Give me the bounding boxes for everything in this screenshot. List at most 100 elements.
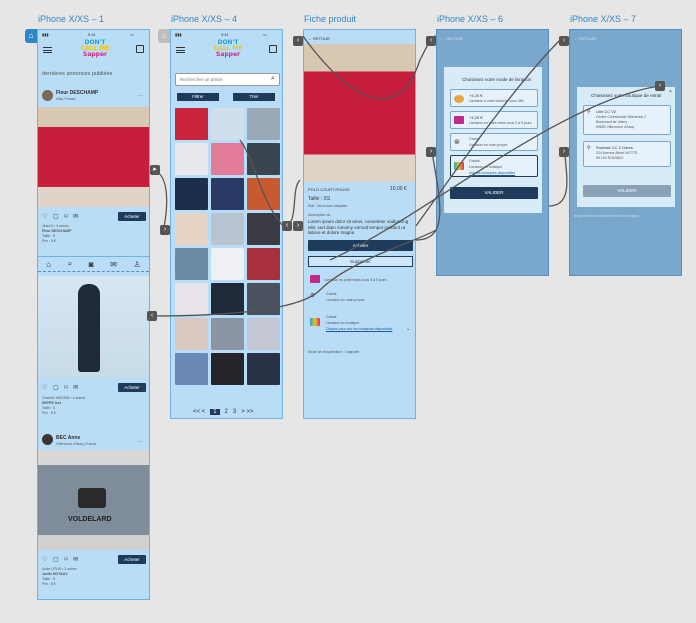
shipping-option-hand[interactable]: ⊛ Gratuit Livraison en main propre [450,133,538,151]
page-3-button[interactable]: 3 [233,409,236,415]
home-icon[interactable]: ⌂ [25,29,37,43]
product-thumb[interactable] [175,318,208,350]
product-thumb[interactable] [175,283,208,315]
home-icon[interactable]: ⌂ [46,260,51,269]
search-icon[interactable]: ⌕ [68,259,72,269]
product-thumb[interactable] [247,353,280,385]
nav-arrow-icon[interactable]: › [160,225,170,235]
artboard-catalog: ▮▮▮ 9:41 ▭ DON'T CALL ME Sapper Rechercher u… [170,29,283,419]
nav-arrow-icon[interactable]: ‹ [293,36,303,46]
bag-icon[interactable] [136,45,144,53]
nav-arrow-icon[interactable]: › [426,147,436,157]
product-thumb[interactable] [211,213,244,245]
product-thumb[interactable] [175,178,208,210]
product-thumb[interactable] [175,213,208,245]
menu-icon[interactable] [176,47,185,53]
product-thumb[interactable] [175,143,208,175]
post-actions[interactable]: ♡ ▢ ⌑ ✉ [42,213,80,220]
product-thumb[interactable] [247,108,280,140]
product-thumb[interactable] [211,143,244,175]
chevron-down-icon[interactable]: ⌄ [406,326,410,332]
buy-button[interactable]: Acheter [118,555,146,564]
post-actions[interactable]: ♡ ▢ ⌑ ✉ [42,556,80,563]
next-page-button[interactable]: > >> [241,409,253,415]
post-photo[interactable]: VOLDELARD [38,450,149,550]
more-icon[interactable]: ··· [138,93,143,99]
shipping-option-relay[interactable]: +4,20 € Livraison en point relais sous 3… [450,111,538,129]
profile-icon[interactable]: ♙ [133,260,140,269]
camera-icon[interactable]: ◙ [89,260,94,269]
store-icon [454,162,464,170]
back-button[interactable]: ← RETOUR [574,36,596,41]
buy-button[interactable]: Acheter [118,212,146,221]
product-thumb[interactable] [211,283,244,315]
product-thumb[interactable] [211,318,244,350]
stores-link[interactable]: Cliquez pour voir les boutiques disponib… [326,327,392,331]
close-icon[interactable]: × [669,89,672,95]
post-meta: Prix : 8 € [42,411,56,415]
page-2-button[interactable]: 2 [225,409,228,415]
buy-button[interactable]: Acheter [118,383,146,392]
back-button[interactable]: ← RETOUR [308,36,330,41]
nav-arrow-icon[interactable]: ‹ [282,221,292,231]
home-icon[interactable]: ⌂ [158,29,170,43]
menu-icon[interactable] [43,47,52,53]
store-option-2[interactable]: ⚲ Roubaix CC 2 Gares 224 Avenue Alfred M… [583,141,671,167]
buy-button[interactable]: Acheter [308,240,413,251]
product-thumb[interactable] [247,213,280,245]
remove-button[interactable]: Supprimer [308,256,413,267]
nav-arrow-icon[interactable]: ‹ [426,36,436,46]
product-thumb[interactable] [247,143,280,175]
product-thumb[interactable] [247,248,280,280]
nav-arrow-icon[interactable]: › [293,221,303,231]
post-author[interactable]: BEC Anne [56,435,80,441]
post-meta: SEPPE test [42,401,61,405]
validate-button[interactable]: VALIDER [450,187,538,199]
nav-arrow-icon[interactable]: › [559,147,569,157]
product-thumb[interactable] [247,283,280,315]
avatar[interactable] [42,90,53,101]
relay-icon [454,116,464,124]
product-thumb[interactable] [175,108,208,140]
nav-arrow-icon[interactable]: ▸ [150,165,160,175]
mail-icon[interactable]: ✉ [110,260,117,269]
post-print: VOLDELARD [68,516,112,523]
store-option-1[interactable]: ⚲ Lille CC V2 Centre Commercial Villeneu… [583,105,671,135]
post-meta: Taille : S [42,234,56,238]
avatar[interactable] [42,434,53,445]
shipping-option-home[interactable]: +4,20 € Livraison à votre domicile sous … [450,89,538,107]
nav-arrow-icon[interactable]: ‹ [655,81,665,91]
product-thumb[interactable] [175,353,208,385]
artboard-label-fiche: Fiche produit [304,14,357,24]
product-thumb[interactable] [211,178,244,210]
product-thumb[interactable] [211,108,244,140]
product-thumb[interactable] [175,248,208,280]
nav-arrow-icon[interactable]: ‹ [559,36,569,46]
artboard-label-6: iPhone X/XS – 6 [437,14,504,24]
post-meta: Taille : S [42,577,56,581]
handshake-icon: ⊛ [454,139,460,146]
product-thumb[interactable] [247,318,280,350]
post-actions[interactable]: ♡ ▢ ⌑ ✉ [42,384,80,391]
filter-button[interactable]: Filtrer [177,93,219,101]
search-input[interactable]: Rechercher un article [175,73,280,86]
post-photo[interactable] [38,107,149,207]
page-1-button[interactable]: 1 [210,409,220,415]
more-icon[interactable]: ··· [138,439,143,445]
post-author[interactable]: Fleur DESCHAMP [56,90,98,96]
product-thumb[interactable] [211,353,244,385]
sort-button[interactable]: Trier [233,93,275,101]
product-thumb[interactable] [211,248,244,280]
shipping-option-store[interactable]: Gratuit Livraison en boutique Voir les b… [450,155,538,177]
search-icon[interactable]: ⌕ [271,75,275,83]
modal-title: Choisissez votre boutique de retrait [591,93,662,98]
bag-icon[interactable] [269,45,277,53]
prev-page-button[interactable]: << < [193,409,205,415]
post-photo[interactable] [38,276,149,378]
product-state: Etat : Neuf avec étiquette [308,204,348,208]
product-thumb[interactable] [247,178,280,210]
nav-arrow-icon[interactable]: ‹ [147,311,157,321]
back-button[interactable]: ← RETOUR [441,36,463,41]
logo: DON'T CALL ME Sapper [213,39,243,58]
validate-button[interactable]: VALIDER [583,185,671,197]
